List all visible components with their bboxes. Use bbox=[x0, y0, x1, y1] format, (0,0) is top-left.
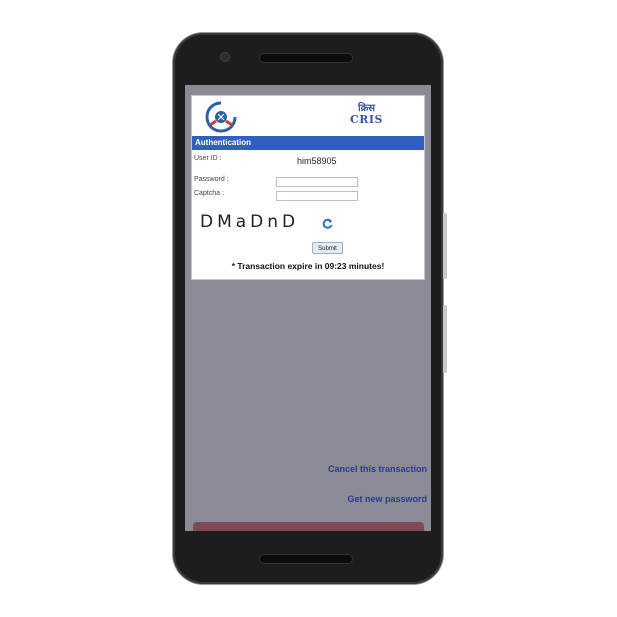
captcha-input[interactable] bbox=[276, 191, 358, 201]
phone-frame: क्रिस CRIS Authentication User ID : him5… bbox=[173, 33, 447, 584]
authentication-panel: क्रिस CRIS Authentication User ID : him5… bbox=[191, 95, 425, 280]
cris-logo: क्रिस CRIS bbox=[350, 103, 383, 126]
password-label: Password : bbox=[194, 176, 229, 183]
front-camera bbox=[221, 53, 229, 61]
power-button[interactable] bbox=[443, 305, 447, 373]
captcha-row: Captcha : bbox=[192, 188, 424, 202]
irctc-logo-icon bbox=[204, 101, 238, 138]
transaction-expire-text: * Transaction expire in 09:23 minutes! bbox=[231, 261, 385, 271]
top-speaker bbox=[260, 54, 352, 62]
refresh-icon[interactable] bbox=[322, 218, 333, 232]
password-row: Password : bbox=[192, 172, 424, 188]
user-id-value: him58905 bbox=[297, 156, 337, 166]
phone-screen: क्रिस CRIS Authentication User ID : him5… bbox=[185, 85, 431, 531]
get-new-password-link[interactable]: Get new password bbox=[347, 494, 427, 504]
authentication-header: Authentication bbox=[192, 136, 424, 150]
cancel-transaction-link[interactable]: Cancel this transaction bbox=[328, 464, 427, 474]
captcha-image-text: DMaDnD bbox=[200, 212, 300, 232]
user-id-row: User ID : him58905 bbox=[192, 150, 424, 172]
volume-button[interactable] bbox=[443, 213, 447, 279]
password-input[interactable] bbox=[276, 177, 358, 187]
logo-row: क्रिस CRIS bbox=[192, 96, 424, 136]
cris-text: CRIS bbox=[350, 113, 383, 126]
bottom-action-bar[interactable] bbox=[193, 522, 424, 531]
submit-button[interactable]: Submit bbox=[312, 242, 343, 254]
user-id-label: User ID : bbox=[194, 155, 222, 162]
bottom-speaker bbox=[260, 555, 352, 563]
captcha-label: Captcha : bbox=[194, 190, 224, 197]
